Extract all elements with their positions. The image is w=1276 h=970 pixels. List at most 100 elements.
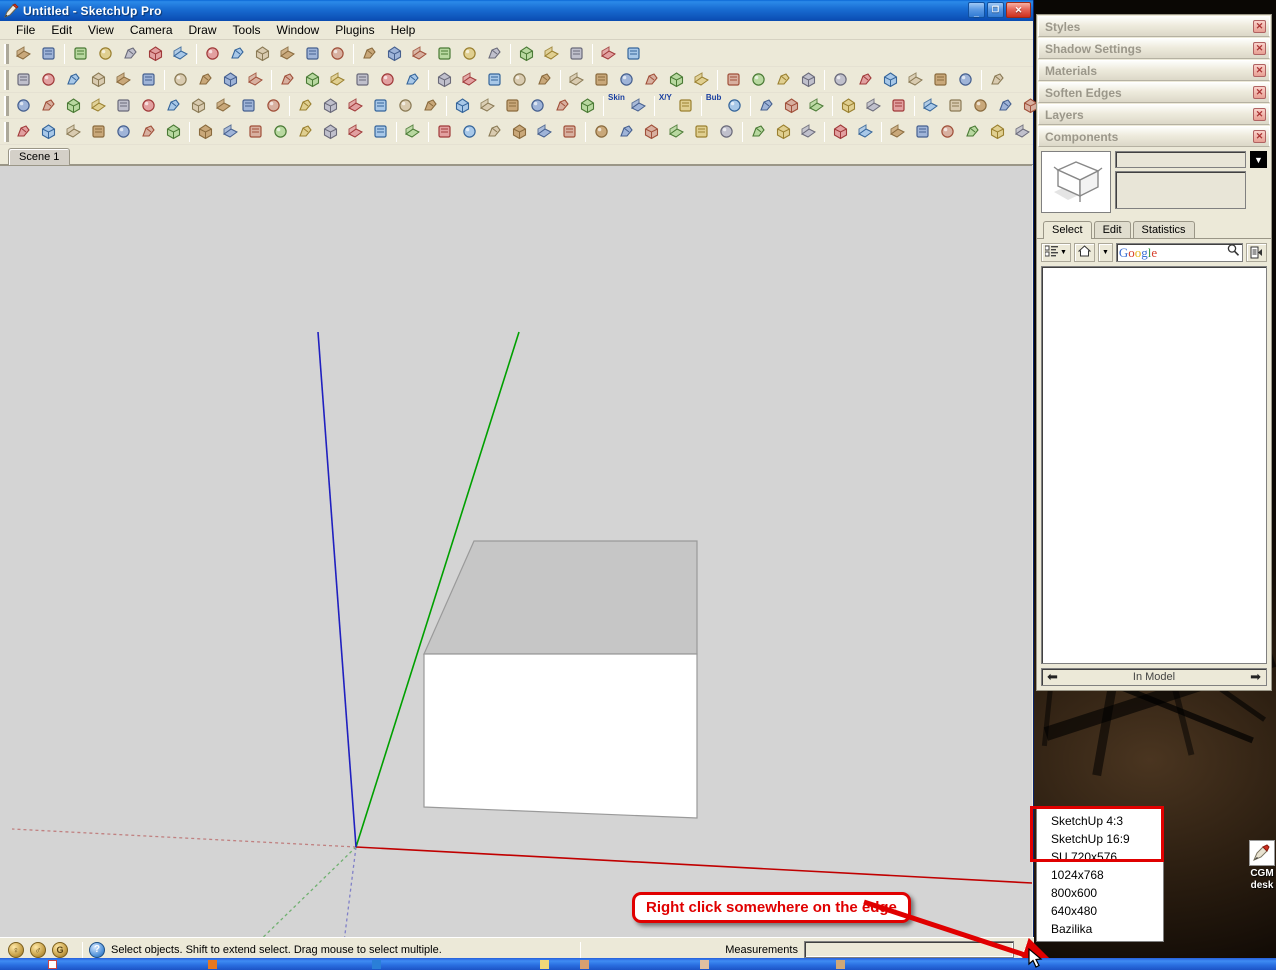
shade-monochrome-icon[interactable]: [879, 68, 902, 91]
magnifier-icon[interactable]: [1226, 243, 1240, 262]
print-icon[interactable]: [94, 42, 117, 65]
arrow-left-icon[interactable]: ⬅: [1047, 669, 1058, 685]
paint-bucket-icon[interactable]: [358, 42, 381, 65]
credit-coin-1-icon[interactable]: ♀: [8, 941, 24, 958]
tray-panel-shadow-settings[interactable]: Shadow Settings ✕: [1038, 38, 1270, 59]
tab-select[interactable]: Select: [1043, 221, 1092, 239]
pin-red-icon[interactable]: [433, 120, 456, 143]
taskbar-icon-2[interactable]: [208, 960, 217, 969]
bub-mouse-icon[interactable]: [723, 94, 746, 117]
component-name-field[interactable]: [1115, 151, 1246, 168]
toolbar-grip[interactable]: [4, 43, 9, 64]
zoom-extents-icon[interactable]: [640, 68, 663, 91]
taskbar-icon-3[interactable]: [372, 960, 381, 969]
credit-coin-2-icon[interactable]: ♂: [30, 941, 46, 958]
slice-icon[interactable]: [526, 94, 549, 117]
taskbar-icon-6[interactable]: [700, 960, 709, 969]
shade-texture-icon[interactable]: [854, 68, 877, 91]
window-grid-icon[interactable]: [994, 94, 1017, 117]
layer-page-icon[interactable]: [597, 42, 620, 65]
panel-close-icon[interactable]: ✕: [1253, 130, 1266, 143]
menu-plugins[interactable]: Plugins: [327, 22, 382, 38]
wireframe-icon[interactable]: [904, 68, 927, 91]
menu-camera[interactable]: Camera: [122, 22, 181, 38]
minimize-button[interactable]: _: [968, 2, 985, 18]
text-icon[interactable]: [244, 68, 267, 91]
tray-panel-layers[interactable]: Layers ✕: [1038, 104, 1270, 125]
hidden-line-icon[interactable]: [929, 68, 952, 91]
desktop-shortcut-cgm-desk[interactable]: CGM desk: [1242, 840, 1276, 892]
walk-icon[interactable]: [747, 68, 770, 91]
ctx-item-640x480[interactable]: 640x480: [1037, 902, 1163, 920]
menu-draw[interactable]: Draw: [181, 22, 225, 38]
loft-icon[interactable]: [369, 94, 392, 117]
split-icon[interactable]: [854, 120, 877, 143]
position-camera-icon[interactable]: [722, 68, 745, 91]
erase-icon[interactable]: [169, 42, 192, 65]
cube-gray2-icon[interactable]: [615, 120, 638, 143]
view-options-button[interactable]: ▼: [1041, 243, 1071, 262]
window-white-icon[interactable]: [244, 120, 267, 143]
play-icon[interactable]: [755, 94, 778, 117]
taskbar-icon-1[interactable]: [48, 960, 57, 969]
maximize-button[interactable]: ❐: [987, 2, 1004, 18]
cube-gray3-icon[interactable]: [640, 120, 663, 143]
paste-icon[interactable]: [251, 42, 274, 65]
undo-icon[interactable]: [515, 42, 538, 65]
cube-green-icon[interactable]: [797, 120, 820, 143]
bug-icon[interactable]: [112, 120, 135, 143]
cube-dark-icon[interactable]: [665, 120, 688, 143]
scale-line-icon[interactable]: [458, 42, 481, 65]
pan-icon[interactable]: [590, 68, 613, 91]
offset-icon[interactable]: [401, 68, 424, 91]
new-file-icon[interactable]: [12, 42, 35, 65]
cube-blue-icon[interactable]: [772, 120, 795, 143]
select-arrow-icon[interactable]: [12, 68, 35, 91]
orange-ball-icon[interactable]: [969, 94, 992, 117]
circle-icon[interactable]: [194, 68, 217, 91]
pill-icon[interactable]: [944, 94, 967, 117]
move-down-icon[interactable]: [433, 42, 456, 65]
pencil-edit-icon[interactable]: [622, 42, 645, 65]
sandbox-smoove-icon[interactable]: [986, 68, 1009, 91]
stop-icon[interactable]: [780, 94, 803, 117]
scatter-icon[interactable]: [37, 120, 60, 143]
cube-stack-icon[interactable]: [690, 120, 713, 143]
question-mark-icon[interactable]: ?: [89, 941, 105, 958]
toolbar-grip[interactable]: [4, 121, 9, 142]
component-preview-icon[interactable]: [1041, 151, 1111, 213]
taskbar-icon-5[interactable]: [580, 960, 589, 969]
tray-panel-soften-edges[interactable]: Soften Edges ✕: [1038, 82, 1270, 103]
undo-copy-icon[interactable]: [276, 42, 299, 65]
component-details-icon[interactable]: ▼: [1250, 151, 1267, 168]
layer-blue-icon[interactable]: [919, 94, 942, 117]
brush-icon[interactable]: [62, 120, 85, 143]
sphere-solid-icon[interactable]: [887, 94, 910, 117]
zoom-window-icon[interactable]: [665, 68, 688, 91]
arc-tool-icon[interactable]: [12, 94, 35, 117]
menu-help[interactable]: Help: [383, 22, 424, 38]
copy-icon[interactable]: [226, 42, 249, 65]
skin-mouse-icon[interactable]: [627, 94, 650, 117]
home-dropdown-button[interactable]: ▼: [1097, 243, 1113, 262]
arrow-right-icon[interactable]: ➡: [1250, 669, 1261, 685]
tree-icon[interactable]: [137, 120, 160, 143]
model-info-icon[interactable]: [144, 42, 167, 65]
title-bar[interactable]: Untitled - SketchUp Pro _ ❐ ✕: [0, 0, 1033, 21]
scale-icon[interactable]: [376, 68, 399, 91]
menu-tools[interactable]: Tools: [225, 22, 269, 38]
sphere-wire2-icon[interactable]: [862, 94, 885, 117]
home-icon[interactable]: [219, 120, 242, 143]
key-icon[interactable]: [344, 94, 367, 117]
shell-icon[interactable]: [419, 94, 442, 117]
paint-bucket-icon[interactable]: [62, 68, 85, 91]
move-icon[interactable]: [276, 68, 299, 91]
axes-icon[interactable]: [508, 68, 531, 91]
taskbar-icon-4[interactable]: [540, 960, 549, 969]
xray-shade-icon[interactable]: [954, 68, 977, 91]
scene-tab-scene-1[interactable]: Scene 1: [8, 148, 71, 165]
eraser-icon[interactable]: [37, 68, 60, 91]
ctx-item-800x600[interactable]: 800x600: [1037, 884, 1163, 902]
menu-edit[interactable]: Edit: [43, 22, 80, 38]
arc-seg-icon[interactable]: [212, 94, 235, 117]
